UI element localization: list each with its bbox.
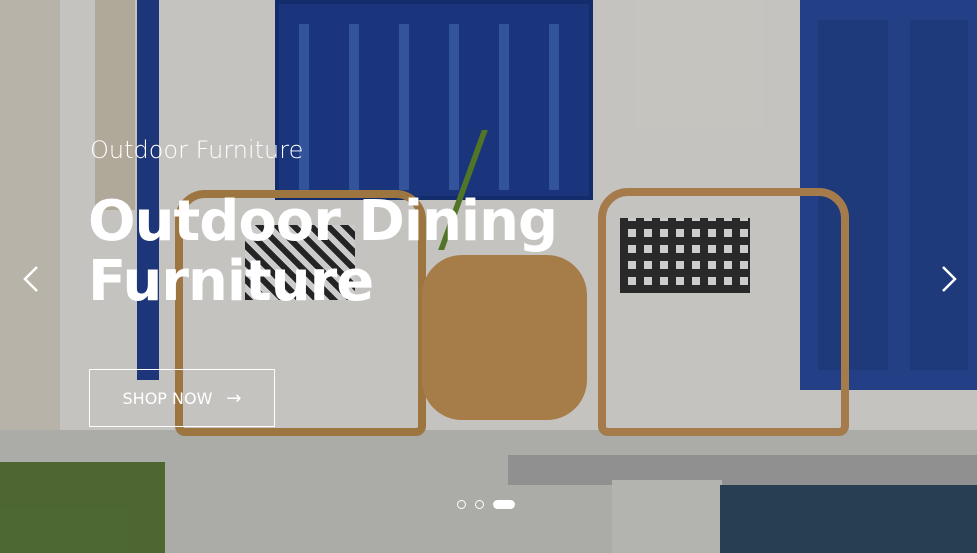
slider-pagination — [457, 500, 515, 509]
shop-now-label: SHOP NOW — [122, 388, 213, 408]
slide-title: Outdoor Dining Furniture — [88, 189, 558, 314]
shop-now-button[interactable]: SHOP NOW → — [89, 369, 275, 427]
arrow-right-icon: → — [226, 387, 242, 409]
chevron-left-icon — [23, 266, 38, 292]
chevron-right-icon — [942, 266, 957, 292]
slider-dot[interactable] — [457, 500, 466, 509]
slider-prev-button[interactable] — [16, 262, 46, 296]
slider-dot-active[interactable] — [493, 500, 515, 509]
hero-slider: Outdoor Furniture Outdoor Dining Furnitu… — [0, 0, 977, 553]
slide-subtitle: Outdoor Furniture — [90, 136, 304, 164]
slider-dot[interactable] — [475, 500, 484, 509]
slider-next-button[interactable] — [934, 262, 964, 296]
